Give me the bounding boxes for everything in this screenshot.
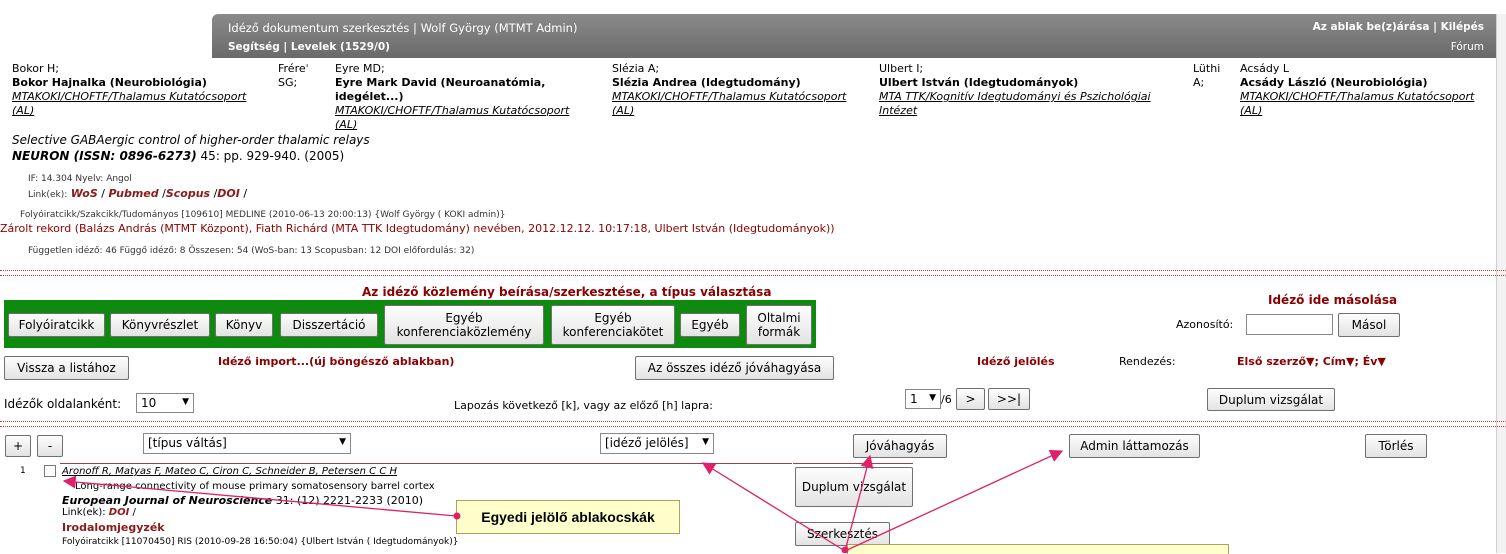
callout-dot bbox=[453, 512, 461, 520]
annotation-arrows bbox=[62, 449, 1064, 553]
callout-dot bbox=[841, 546, 849, 553]
arrow-to-admin-review bbox=[844, 449, 1064, 552]
arrow-to-mark-select bbox=[701, 462, 846, 552]
arrow-to-checkbox bbox=[62, 475, 457, 517]
arrow-to-approve bbox=[844, 454, 874, 552]
